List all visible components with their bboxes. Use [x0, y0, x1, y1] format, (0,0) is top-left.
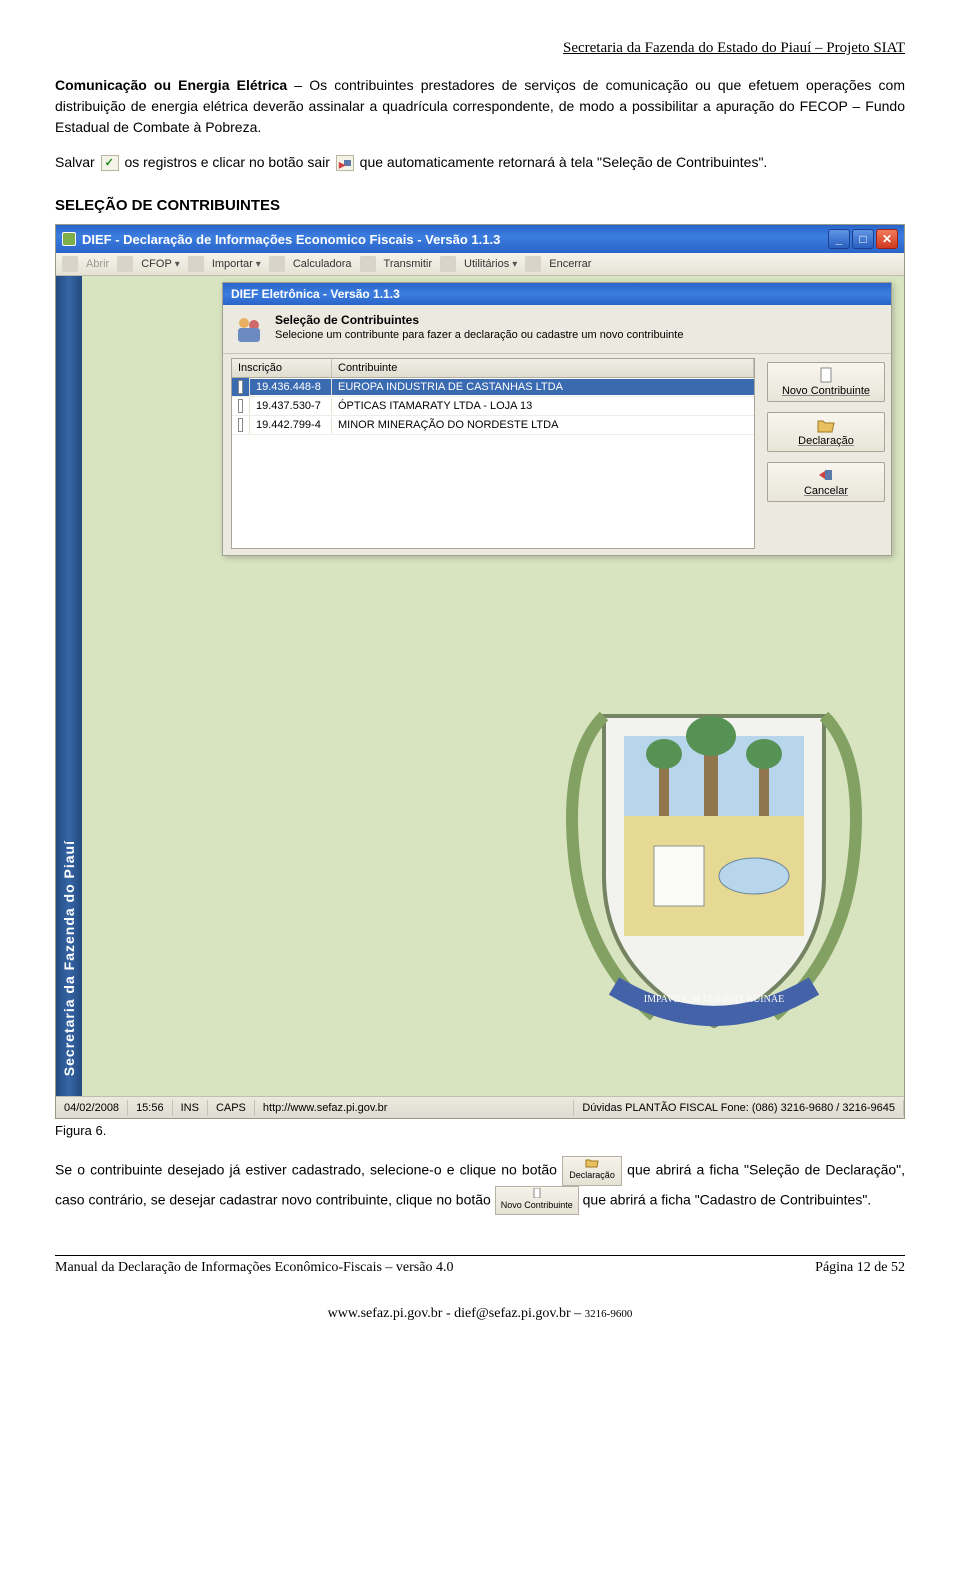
btn-label: Cancelar: [804, 485, 848, 497]
novo-contribuinte-button[interactable]: Novo Contribuinte: [767, 362, 885, 402]
table-row[interactable]: 19.442.799-4 MINOR MINERAÇÃO DO NORDESTE…: [232, 416, 754, 435]
col-contribuinte[interactable]: Contribuinte: [332, 359, 754, 377]
toolbar-transmitir[interactable]: Transmitir: [380, 256, 436, 272]
cell-contribuinte: ÓPTICAS ITAMARATY LTDA - LOJA 13: [332, 398, 754, 414]
col-inscricao[interactable]: Inscrição: [232, 359, 332, 377]
svg-text:IMPAVIDUM FERIENT RUINAE: IMPAVIDUM FERIENT RUINAE: [644, 994, 784, 1005]
cancelar-button[interactable]: Cancelar: [767, 462, 885, 502]
toolbar-importar[interactable]: Importar▾: [208, 256, 265, 272]
btn-label: Novo Contribuinte: [782, 385, 870, 397]
paragraph-1: Comunicação ou Energia Elétrica – Os con…: [55, 75, 905, 138]
figure-label: Figura 6.: [55, 1123, 905, 1138]
status-url: http://www.sefaz.pi.gov.br: [255, 1100, 574, 1116]
toolbar-icon: [117, 256, 133, 272]
para1-bold: Comunicação ou Energia Elétrica: [55, 77, 287, 93]
status-caps: CAPS: [208, 1100, 255, 1116]
toolbar-icon: [188, 256, 204, 272]
dialog-subtext: Selecione um contribunte para fazer a de…: [275, 329, 683, 341]
para2-b: os registros e clicar no botão sair: [121, 154, 334, 170]
document-icon: [238, 418, 243, 432]
chevron-down-icon: ▾: [175, 259, 180, 270]
status-time: 15:56: [128, 1100, 173, 1116]
cell-contribuinte: EUROPA INDUSTRIA DE CASTANHAS LTDA: [332, 379, 754, 395]
toolbar-utilitarios[interactable]: Utilitários▾: [460, 256, 521, 272]
cell-inscricao: 19.442.799-4: [250, 417, 332, 433]
app-window: DIEF - Declaração de Informações Economi…: [55, 224, 905, 1119]
maximize-button[interactable]: □: [852, 229, 874, 249]
statusbar: 04/02/2008 15:56 INS CAPS http://www.sef…: [56, 1096, 904, 1118]
chevron-down-icon: ▾: [256, 259, 261, 270]
table-row[interactable]: 19.436.448-8 EUROPA INDUSTRIA DE CASTANH…: [232, 378, 754, 397]
toolbar-cfop[interactable]: CFOP▾: [137, 256, 184, 272]
toolbar-icon: [440, 256, 456, 272]
paragraph-2: Salvar os registros e clicar no botão sa…: [55, 152, 905, 173]
status-phone: Dúvidas PLANTÃO FISCAL Fone: (086) 3216-…: [574, 1100, 904, 1116]
document-icon: [238, 399, 243, 413]
cancel-exit-icon: [817, 467, 835, 483]
folder-open-icon: [585, 1158, 599, 1168]
exit-icon: [525, 256, 541, 272]
table-row[interactable]: 19.437.530-7 ÓPTICAS ITAMARATY LTDA - LO…: [232, 397, 754, 416]
close-button[interactable]: ✕: [876, 229, 898, 249]
crest-image: IMPAVIDUM FERIENT RUINAE: [554, 676, 874, 1036]
dialog-heading: Seleção de Contribuintes: [275, 313, 683, 327]
cell-inscricao: 19.437.530-7: [250, 398, 332, 414]
btn-label: Declaração: [798, 435, 854, 447]
paragraph-3: Se o contribuinte desejado já estiver ca…: [55, 1156, 905, 1215]
footer-center: www.sefaz.pi.gov.br - dief@sefaz.pi.gov.…: [55, 1306, 905, 1322]
titlebar: DIEF - Declaração de Informações Economi…: [56, 225, 904, 253]
document-icon: [238, 380, 243, 394]
footer: Manual da Declaração de Informações Econ…: [55, 1255, 905, 1276]
toolbar-abrir[interactable]: Abrir: [82, 256, 113, 272]
dialog-selecao: DIEF Eletrônica - Versão 1.1.3 Seleção d…: [222, 282, 892, 556]
toolbar-calculadora[interactable]: Calculadora: [289, 256, 356, 272]
para2-a: Salvar: [55, 154, 99, 170]
contribuinte-table[interactable]: Inscrição Contribuinte 19.436.448-8 EURO…: [231, 358, 755, 549]
toolbar-icon: [360, 256, 376, 272]
para3-c: que abrirá a ficha "Cadastro de Contribu…: [579, 1191, 871, 1207]
declaracao-button[interactable]: Declaração: [767, 412, 885, 452]
users-icon: [233, 313, 265, 345]
para3-a: Se o contribuinte desejado já estiver ca…: [55, 1161, 562, 1177]
toolbar-open-icon: [62, 256, 78, 272]
para2-c: que automaticamente retornará à tela "Se…: [356, 154, 768, 170]
footer-left: Manual da Declaração de Informações Econ…: [55, 1260, 453, 1276]
folder-open-icon: [817, 417, 835, 433]
app-icon: [62, 232, 76, 246]
toolbar: Abrir CFOP▾ Importar▾ Calculadora Transm…: [56, 253, 904, 276]
footer-right: Página 12 de 52: [815, 1260, 905, 1276]
new-document-icon: [817, 367, 835, 383]
exit-icon: [336, 155, 354, 171]
status-date: 04/02/2008: [56, 1100, 128, 1116]
section-heading: SELEÇÃO DE CONTRIBUINTES: [55, 197, 905, 214]
doc-header: Secretaria da Fazenda do Estado do Piauí…: [55, 40, 905, 57]
minimize-button[interactable]: _: [828, 229, 850, 249]
declaracao-inline-button: Declaração: [562, 1156, 622, 1186]
toolbar-encerrar[interactable]: Encerrar: [545, 256, 595, 272]
dialog-title: DIEF Eletrônica - Versão 1.1.3: [223, 283, 891, 305]
cell-inscricao: 19.436.448-8: [250, 379, 332, 395]
new-document-icon: [530, 1188, 544, 1198]
save-check-icon: [101, 155, 119, 171]
novo-contribuinte-inline-button: Novo Contribuinte: [495, 1186, 579, 1216]
status-ins: INS: [173, 1100, 208, 1116]
calculator-icon: [269, 256, 285, 272]
cell-contribuinte: MINOR MINERAÇÃO DO NORDESTE LTDA: [332, 417, 754, 433]
window-title: DIEF - Declaração de Informações Economi…: [82, 232, 500, 247]
chevron-down-icon: ▾: [512, 259, 517, 270]
left-rail: Secretaria da Fazenda do Piauí: [56, 276, 82, 1096]
rail-text: Secretaria da Fazenda do Piauí: [61, 840, 77, 1076]
